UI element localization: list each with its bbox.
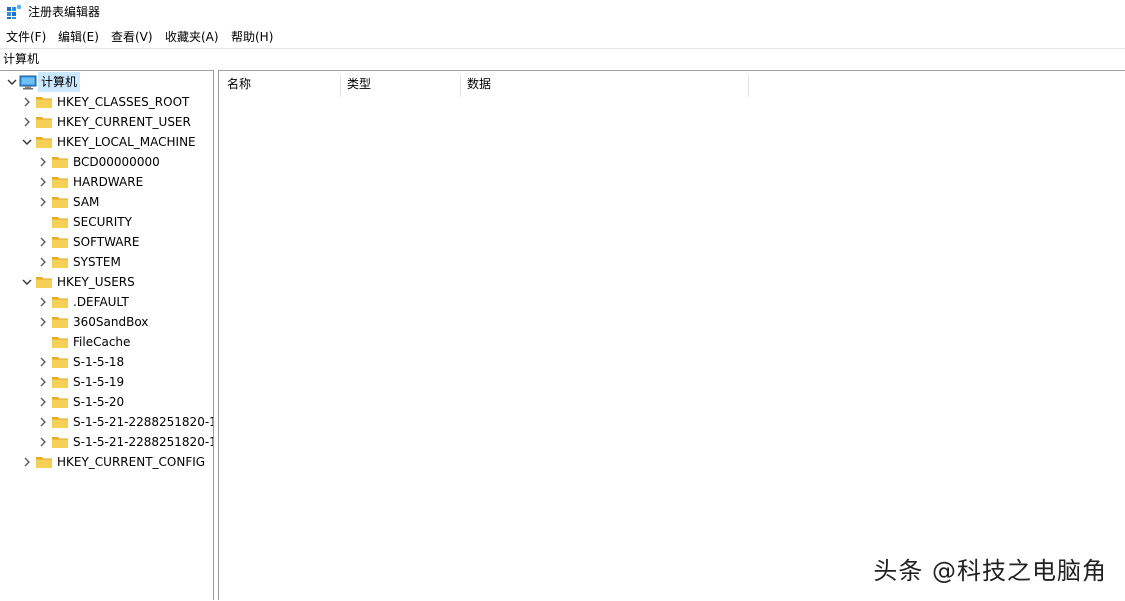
folder-icon xyxy=(52,377,68,388)
tree-node-system[interactable]: SYSTEM xyxy=(0,252,213,272)
chevron-right-icon[interactable] xyxy=(37,376,49,388)
chevron-right-icon[interactable] xyxy=(37,296,49,308)
folder-icon xyxy=(52,317,68,328)
chevron-right-icon[interactable] xyxy=(21,96,33,108)
column-header-name[interactable]: 名称 xyxy=(221,75,341,97)
tree-node-software[interactable]: SOFTWARE xyxy=(0,232,213,252)
tree-node-s-1-5-21-b[interactable]: S-1-5-21-2288251820-1 xyxy=(0,432,213,452)
chevron-right-icon[interactable] xyxy=(37,416,49,428)
tree-label: S-1-5-18 xyxy=(73,355,125,369)
tree-label: S-1-5-19 xyxy=(73,375,125,389)
tree-label: HARDWARE xyxy=(73,175,144,189)
title-bar: 注册表编辑器 xyxy=(0,0,1125,24)
folder-icon xyxy=(36,457,52,468)
tree-node-hkcr[interactable]: HKEY_CLASSES_ROOT xyxy=(0,92,213,112)
chevron-right-icon[interactable] xyxy=(37,316,49,328)
tree-node-s-1-5-19[interactable]: S-1-5-19 xyxy=(0,372,213,392)
tree-label: .DEFAULT xyxy=(73,295,129,309)
tree-label: SYSTEM xyxy=(73,255,121,269)
folder-icon xyxy=(52,337,68,348)
tree-node-s-1-5-21-a[interactable]: S-1-5-21-2288251820-1 xyxy=(0,412,213,432)
tree-label: HKEY_CURRENT_CONFIG xyxy=(57,455,206,469)
chevron-right-icon[interactable] xyxy=(37,236,49,248)
tree-node-hku[interactable]: HKEY_USERS xyxy=(0,272,213,292)
chevron-down-icon[interactable] xyxy=(6,76,18,88)
tree-node-s-1-5-20[interactable]: S-1-5-20 xyxy=(0,392,213,412)
column-header-type[interactable]: 类型 xyxy=(341,75,461,97)
folder-icon xyxy=(52,177,68,188)
address-path[interactable]: 计算机 xyxy=(3,51,39,67)
tree-node-filecache[interactable]: FileCache xyxy=(0,332,213,352)
chevron-right-icon[interactable] xyxy=(37,396,49,408)
chevron-right-icon[interactable] xyxy=(37,436,49,448)
tree-label: S-1-5-20 xyxy=(73,395,125,409)
folder-icon xyxy=(36,97,52,108)
tree-label: HKEY_USERS xyxy=(57,275,135,289)
values-list-pane[interactable]: 名称 类型 数据 xyxy=(219,70,1125,601)
registry-editor-icon xyxy=(7,4,22,19)
chevron-right-icon[interactable] xyxy=(21,456,33,468)
chevron-right-icon[interactable] xyxy=(37,156,49,168)
folder-icon xyxy=(52,237,68,248)
tree-node-hklm[interactable]: HKEY_LOCAL_MACHINE xyxy=(0,132,213,152)
column-header-data[interactable]: 数据 xyxy=(461,75,749,97)
tree-label: SOFTWARE xyxy=(73,235,140,249)
tree-node-hardware[interactable]: HARDWARE xyxy=(0,172,213,192)
folder-icon xyxy=(52,357,68,368)
folder-icon xyxy=(52,297,68,308)
folder-icon xyxy=(52,417,68,428)
folder-icon xyxy=(52,157,68,168)
chevron-right-icon[interactable] xyxy=(37,176,49,188)
tree-label: HKEY_CLASSES_ROOT xyxy=(57,95,190,109)
chevron-right-icon[interactable] xyxy=(37,196,49,208)
folder-icon xyxy=(36,277,52,288)
folder-icon xyxy=(52,217,68,228)
tree-node-bcd[interactable]: BCD00000000 xyxy=(0,152,213,172)
tree-node-hkcu[interactable]: HKEY_CURRENT_USER xyxy=(0,112,213,132)
tree-node-computer[interactable]: 计算机 xyxy=(0,72,213,92)
tree-label: SAM xyxy=(73,195,100,209)
tree-node-s-1-5-18[interactable]: S-1-5-18 xyxy=(0,352,213,372)
chevron-right-icon[interactable] xyxy=(21,116,33,128)
tree-label: 360SandBox xyxy=(73,315,149,329)
window-title: 注册表编辑器 xyxy=(28,5,101,19)
folder-icon xyxy=(36,137,52,148)
watermark-text: 头条 @科技之电脑角 xyxy=(873,557,1107,585)
tree-label: S-1-5-21-2288251820-1 xyxy=(73,415,213,429)
menu-bar: 文件(F) 编辑(E) 查看(V) 收藏夹(A) 帮助(H) xyxy=(0,27,1125,47)
folder-icon xyxy=(36,117,52,128)
tree-node-hkcc[interactable]: HKEY_CURRENT_CONFIG xyxy=(0,452,213,472)
folder-icon xyxy=(52,257,68,268)
tree-label: HKEY_CURRENT_USER xyxy=(57,115,191,129)
folder-icon xyxy=(52,197,68,208)
menu-file[interactable]: 文件(F) xyxy=(4,27,48,47)
tree-node-default[interactable]: .DEFAULT xyxy=(0,292,213,312)
folder-icon xyxy=(52,397,68,408)
menu-help[interactable]: 帮助(H) xyxy=(229,27,275,47)
computer-icon xyxy=(19,75,37,90)
tree-label: SECURITY xyxy=(73,215,132,229)
tree-node-security[interactable]: SECURITY xyxy=(0,212,213,232)
folder-icon xyxy=(52,437,68,448)
menu-favorites[interactable]: 收藏夹(A) xyxy=(163,27,221,47)
chevron-down-icon[interactable] xyxy=(21,276,33,288)
tree-label: 计算机 xyxy=(38,72,81,92)
tree-node-360sandbox[interactable]: 360SandBox xyxy=(0,312,213,332)
tree-label: S-1-5-21-2288251820-1 xyxy=(73,435,213,449)
tree-label: FileCache xyxy=(73,335,131,349)
tree-pane[interactable]: 计算机 HKEY_CLASSES_ROOT HKEY_CURRENT_USER … xyxy=(0,70,213,601)
address-bar[interactable]: 计算机 xyxy=(0,48,1125,69)
chevron-right-icon[interactable] xyxy=(37,256,49,268)
tree-label: HKEY_LOCAL_MACHINE xyxy=(57,135,196,149)
tree-node-sam[interactable]: SAM xyxy=(0,192,213,212)
chevron-down-icon[interactable] xyxy=(21,136,33,148)
chevron-right-icon[interactable] xyxy=(37,356,49,368)
menu-view[interactable]: 查看(V) xyxy=(109,27,155,47)
menu-edit[interactable]: 编辑(E) xyxy=(56,27,101,47)
tree-label: BCD00000000 xyxy=(73,155,160,169)
